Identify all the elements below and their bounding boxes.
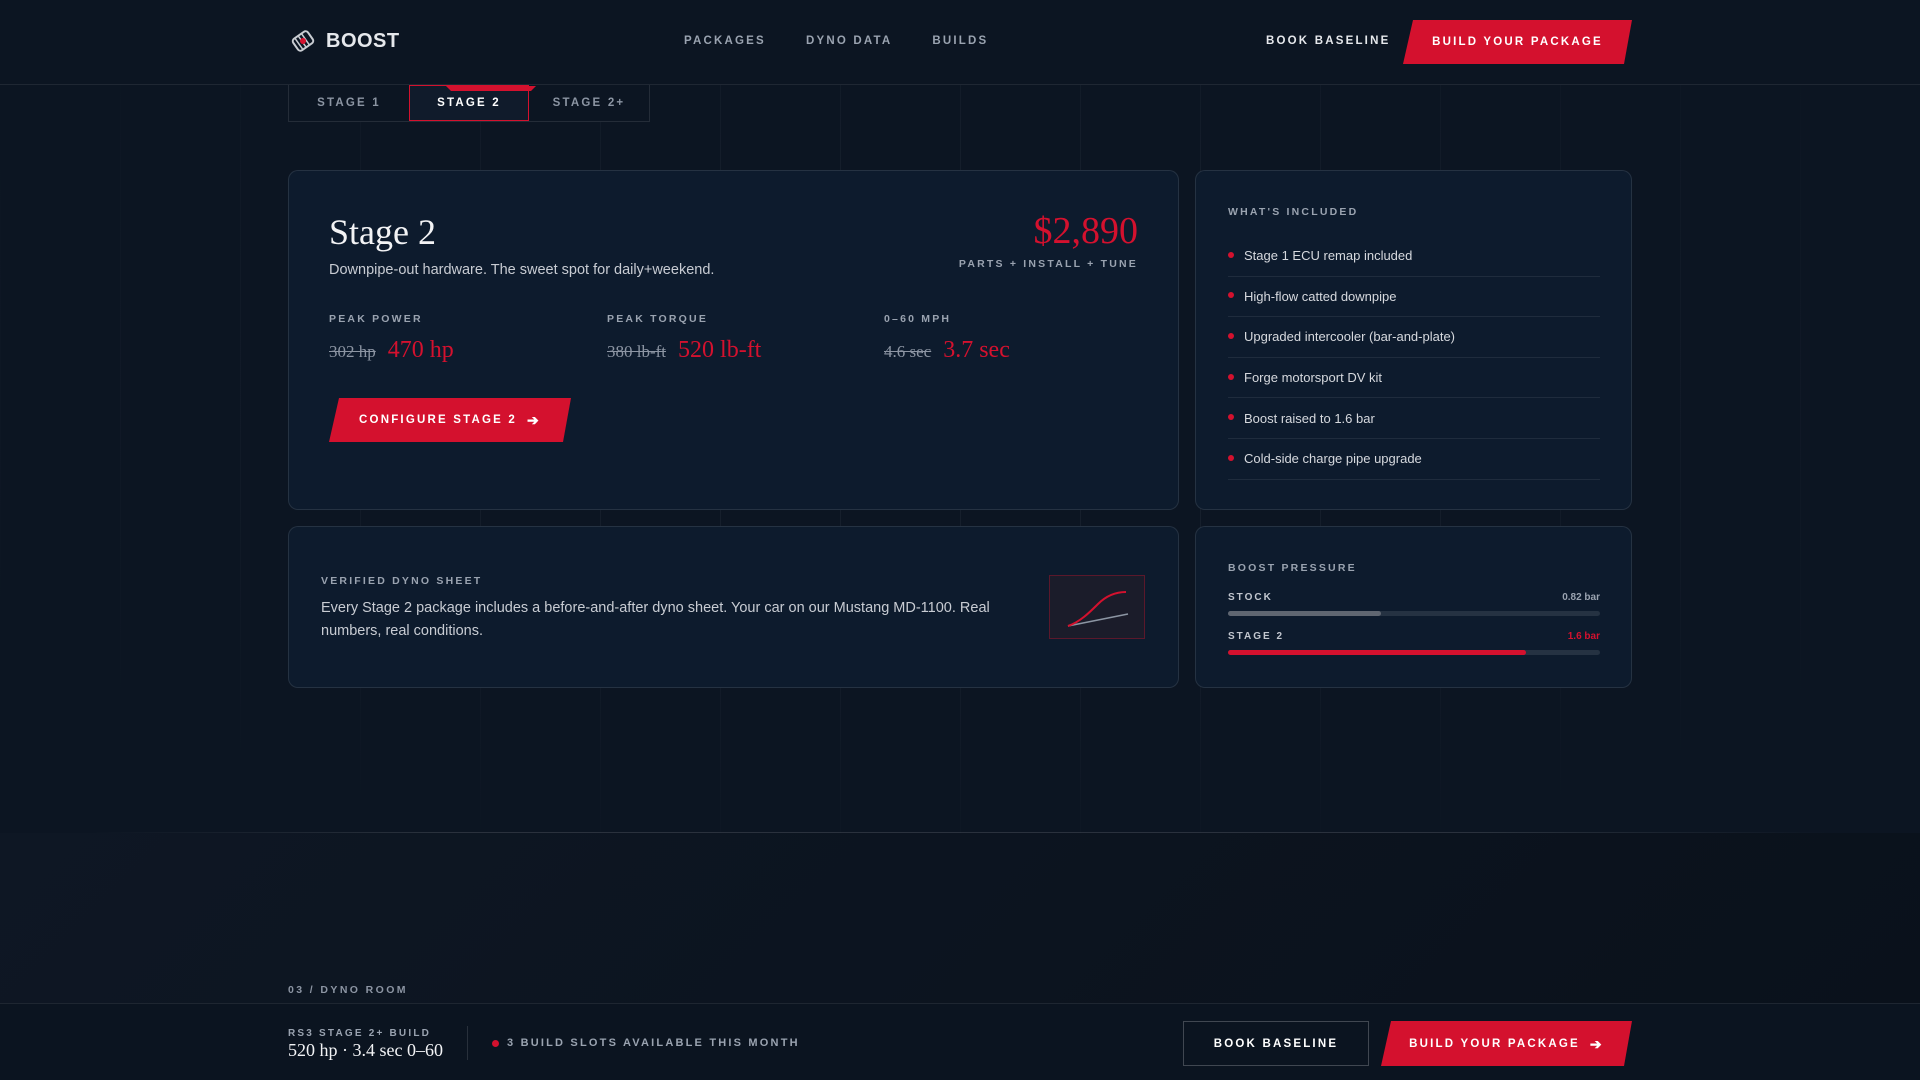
whats-included-card: WHAT'S INCLUDED Stage 1 ECU remap includ… [1195, 170, 1632, 510]
dyno-sheet-title: VERIFIED DYNO SHEET [321, 575, 483, 587]
section-divider [90, 832, 1830, 833]
stat-old-value: 302 hp [329, 342, 376, 361]
bullet-icon [1228, 373, 1234, 380]
list-item-label: Upgraded intercooler (bar-and-plate) [1244, 329, 1456, 345]
build-slots-text: 3 BUILD SLOTS AVAILABLE THIS MONTH [507, 1037, 800, 1049]
bar-track [1228, 650, 1600, 655]
site-header: BOOST PACKAGES DYNO DATA BUILDS BOOK BAS… [0, 0, 1920, 85]
brand-name: BOOST [326, 29, 400, 52]
bar-header: STAGE 2 1.6 bar [1228, 631, 1600, 642]
book-baseline-button[interactable]: BOOK BASELINE [1183, 1021, 1369, 1066]
dyno-curve-icon [1067, 591, 1129, 627]
tab-stage-2-plus[interactable]: STAGE 2+ [529, 85, 649, 121]
bar-label: STOCK [1228, 592, 1273, 603]
boost-pressure-title: BOOST PRESSURE [1228, 562, 1357, 574]
build-label: RS3 STAGE 2+ BUILD [288, 1028, 432, 1039]
stat-values: 4.6 sec 3.7 sec [884, 337, 1010, 364]
brand-logo[interactable]: BOOST [288, 26, 400, 56]
tab-stage-1[interactable]: STAGE 1 [289, 85, 409, 121]
bar-header: STOCK 0.82 bar [1228, 592, 1600, 603]
bar-value: 1.6 bar [1567, 631, 1600, 642]
divider [467, 1026, 468, 1060]
boost-pressure-card: BOOST PRESSURE STOCK 0.82 bar STAGE 2 1.… [1195, 526, 1632, 688]
sticky-cta-bar: RS3 STAGE 2+ BUILD 520 hp · 3.4 sec 0–60… [0, 1003, 1920, 1080]
list-item: Cold-side charge pipe upgrade [1228, 439, 1600, 480]
nav-builds[interactable]: BUILDS [932, 35, 988, 47]
stat-values: 302 hp 470 hp [329, 337, 454, 364]
stat-new-value: 470 hp [387, 337, 454, 363]
list-item: High-flow catted downpipe [1228, 277, 1600, 318]
configure-stage-label: CONFIGURE STAGE 2 [359, 414, 517, 426]
stat-old-value: 4.6 sec [884, 342, 932, 361]
build-your-package-button[interactable]: BUILD YOUR PACKAGE [1403, 20, 1632, 64]
whats-included-title: WHAT'S INCLUDED [1228, 206, 1359, 218]
included-list: Stage 1 ECU remap included High-flow cat… [1228, 236, 1600, 480]
dyno-thumbnail[interactable] [1049, 575, 1145, 639]
stat-new-value: 520 lb-ft [678, 337, 762, 363]
stage-title: Stage 2 [329, 212, 436, 252]
status-dot-icon [492, 1039, 499, 1047]
section-label: 03 / DYNO ROOM [288, 984, 408, 996]
list-item-label: Stage 1 ECU remap included [1244, 248, 1413, 264]
list-item: Stage 1 ECU remap included [1228, 236, 1600, 277]
bullet-icon [1228, 251, 1234, 258]
boost-row-stock: STOCK 0.82 bar [1228, 592, 1600, 616]
build-slots-status: 3 BUILD SLOTS AVAILABLE THIS MONTH [492, 1037, 800, 1049]
nav-dyno-data[interactable]: DYNO DATA [806, 35, 892, 47]
stage-2-boost-bar [1228, 650, 1526, 655]
bullet-icon [1228, 332, 1234, 339]
bullet-icon [1228, 454, 1234, 461]
stat-old-value: 380 lb-ft [607, 342, 667, 361]
bar-label: STAGE 2 [1228, 631, 1285, 642]
bullet-icon [1228, 414, 1234, 421]
nav-packages[interactable]: PACKAGES [684, 35, 766, 47]
list-item-label: High-flow catted downpipe [1244, 288, 1397, 304]
build-stats: 520 hp · 3.4 sec 0–60 [288, 1040, 443, 1060]
book-baseline-link[interactable]: BOOK BASELINE [1266, 35, 1390, 47]
list-item-label: Boost raised to 1.6 bar [1244, 410, 1375, 426]
stat-label: PEAK TORQUE [607, 313, 709, 325]
stat-peak-torque: PEAK TORQUE 380 lb-ft 520 lb-ft [607, 313, 761, 364]
bar-value: 0.82 bar [1562, 592, 1600, 603]
list-item-label: Forge motorsport DV kit [1244, 370, 1382, 386]
stage-price: $2,890 [1033, 210, 1139, 252]
stat-new-value: 3.7 sec [943, 337, 1010, 363]
stat-label: PEAK POWER [329, 313, 423, 325]
price-note: PARTS + INSTALL + TUNE [958, 258, 1138, 270]
turbo-icon [291, 30, 315, 52]
stock-boost-bar [1228, 611, 1381, 616]
list-item: Forge motorsport DV kit [1228, 358, 1600, 399]
list-item-label: Cold-side charge pipe upgrade [1244, 451, 1422, 467]
tab-stage-2[interactable]: STAGE 2 [409, 85, 529, 121]
arrow-right-icon: ➔ [527, 412, 541, 428]
list-item: Upgraded intercooler (bar-and-plate) [1228, 317, 1600, 358]
stat-peak-power: PEAK POWER 302 hp 470 hp [329, 313, 454, 364]
build-your-package-label: BUILD YOUR PACKAGE [1409, 1037, 1580, 1050]
main-nav: PACKAGES DYNO DATA BUILDS [684, 35, 988, 47]
boost-row-stage-2: STAGE 2 1.6 bar [1228, 631, 1600, 655]
stat-label: 0–60 MPH [884, 313, 952, 325]
arrow-right-icon: ➔ [1589, 1035, 1604, 1052]
dyno-sheet-card: VERIFIED DYNO SHEET Every Stage 2 packag… [288, 526, 1179, 688]
bullet-icon [1228, 292, 1234, 299]
lower-section-background [0, 833, 1920, 1003]
dyno-sheet-text: Every Stage 2 package includes a before-… [321, 600, 990, 639]
bar-track [1228, 611, 1600, 616]
stat-zero-to-sixty: 0–60 MPH 4.6 sec 3.7 sec [884, 313, 1010, 364]
footer-build-your-package-button[interactable]: BUILD YOUR PACKAGE ➔ [1381, 1021, 1632, 1066]
stage-description: Downpipe-out hardware. The sweet spot fo… [329, 262, 715, 278]
stage-tabs: STAGE 1 STAGE 2 STAGE 2+ [288, 85, 650, 122]
list-item: Boost raised to 1.6 bar [1228, 398, 1600, 439]
build-your-package-label: BUILD YOUR PACKAGE [1432, 36, 1603, 48]
stage-card: Stage 2 Downpipe-out hardware. The sweet… [288, 170, 1179, 510]
stat-values: 380 lb-ft 520 lb-ft [607, 337, 761, 364]
configure-stage-button[interactable]: CONFIGURE STAGE 2 ➔ [329, 398, 571, 442]
